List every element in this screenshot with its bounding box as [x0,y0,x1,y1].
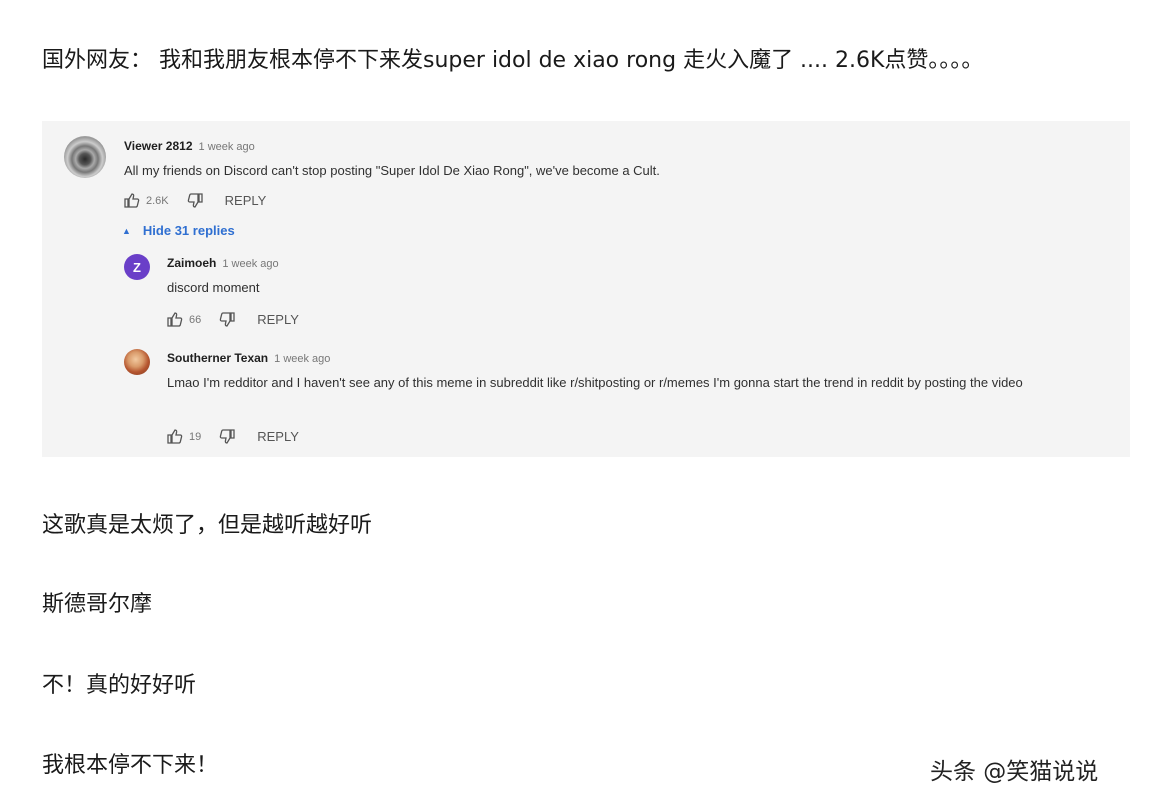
reply-author: Zaimoeh [167,256,217,270]
comment-time: 1 week ago [198,141,255,153]
reply-actions: 66 REPLY [167,312,299,327]
like-icon[interactable] [167,312,183,327]
reply-actions: 19 REPLY [167,429,299,444]
dislike-icon[interactable] [219,312,235,327]
reply-button[interactable]: REPLY [257,312,299,327]
viewer-avatar [64,136,106,178]
article-line: 我根本停不下来！ [42,753,219,778]
avatar-letter: Z [133,259,141,275]
like-count: 19 [189,430,202,443]
like-icon[interactable] [124,193,140,208]
southerner-avatar [124,349,150,375]
zaimoeh-avatar: Z [124,254,150,280]
article-line: 这歌真是太烦了，但是越听越好听 [42,513,373,538]
hide-replies-button[interactable]: ▲ Hide 31 replies [122,223,235,238]
article-line: 不！真的好好听 [42,673,197,698]
reply-time: 1 week ago [274,353,331,365]
comment-actions: 2.6K REPLY [124,193,266,208]
like-count: 66 [189,313,202,326]
article-line: 斯德哥尔摩 [42,592,153,617]
caret-up-icon: ▲ [122,225,131,236]
comment-text: All my friends on Discord can't stop pos… [124,163,660,178]
like-count: 2.6K [146,194,169,207]
dislike-icon[interactable] [219,429,235,444]
reply-text: Lmao I'm redditor and I haven't see any … [167,375,1023,390]
youtube-comment-screenshot: Viewer 2812 1 week ago All my friends on … [42,121,1130,457]
comment-author: Viewer 2812 [124,139,193,153]
reply-time: 1 week ago [222,258,279,270]
hide-replies-label: Hide 31 replies [142,223,235,238]
dislike-icon[interactable] [187,193,203,208]
article-intro: 国外网友： 我和我朋友根本停不下来发super idol de xiao ron… [42,48,984,73]
reply-button[interactable]: REPLY [257,429,299,444]
watermark: 头条 @笑猫说说 [930,759,1099,785]
like-icon[interactable] [167,429,183,444]
reply-button[interactable]: REPLY [225,193,267,208]
reply-author: Southerner Texan [167,351,269,365]
reply-text: discord moment [167,280,260,295]
